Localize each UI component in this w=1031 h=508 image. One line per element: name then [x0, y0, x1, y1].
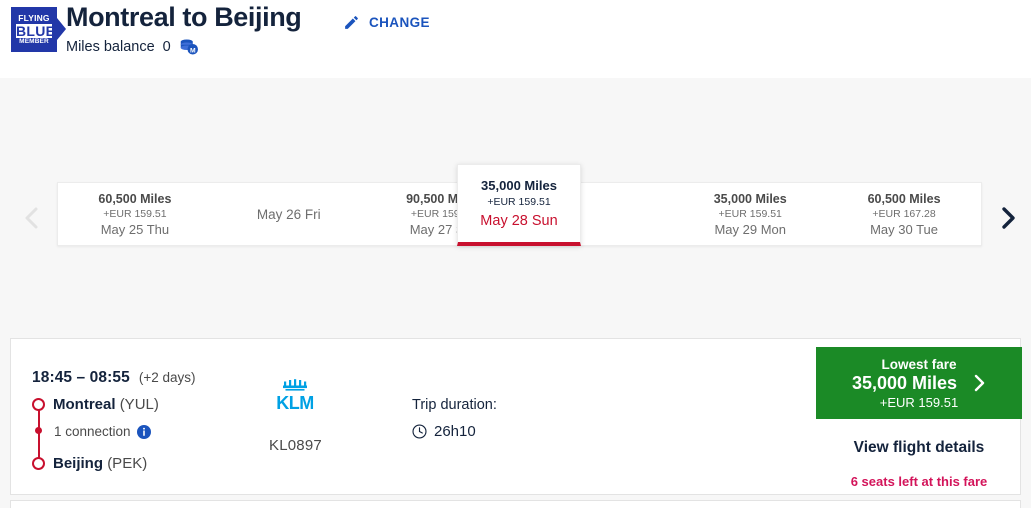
route-origin: Montreal (YUL) [53, 396, 159, 413]
logo-line-2: BLUE [16, 22, 56, 39]
logo-line-1: FLYING [18, 13, 50, 23]
results-header: Connecting flights (14) Price for 1 pass… [0, 300, 1031, 336]
origin-city: Montreal [53, 396, 116, 413]
coin-stack-icon: M [180, 39, 198, 55]
route-destination-dot [32, 457, 45, 470]
day-date: May 28 Sun [480, 213, 558, 229]
change-label: CHANGE [369, 15, 430, 30]
pencil-icon [345, 16, 358, 29]
change-search-button[interactable]: CHANGE [343, 14, 430, 31]
date-carousel: 60,500 Miles +EUR 159.51 May 25 Thu May … [0, 78, 1031, 246]
logo-line-3: MEMBER [19, 37, 49, 45]
flight-times: 18:45 – 08:55 (+2 days) [32, 369, 195, 387]
duration-value-row: 26h10 [412, 423, 497, 440]
select-fare-button[interactable]: Lowest fare 35,000 Miles +EUR 159.51 [816, 347, 1022, 419]
day-miles: 60,500 Miles [867, 191, 941, 206]
miles-balance-label: Miles balance [66, 39, 155, 55]
miles-balance: Miles balance 0 M [66, 38, 199, 56]
flight-duration: Trip duration: 26h10 [412, 397, 497, 440]
destination-code: (PEK) [107, 455, 148, 472]
page-title: Montreal to Beijing [66, 2, 302, 32]
duration-value: 26h10 [434, 423, 476, 440]
fare-miles: 35,000 Miles [851, 372, 958, 393]
flight-result-card[interactable]: 18:45 – 08:55 (+2 days) Montreal (YUL) 1… [10, 338, 1022, 495]
flying-blue-logo: FLYING BLUE MEMBER [11, 7, 57, 52]
flight-airline: KLM KL0897 [269, 379, 389, 454]
svg-text:KLM: KLM [276, 393, 314, 413]
fare-label: Lowest fare [881, 356, 957, 372]
fare-miles-row: 35,000 Miles [852, 373, 986, 394]
origin-code: (YUL) [119, 396, 159, 413]
day-miles: 35,000 Miles [481, 178, 557, 193]
fare-price: +EUR 159.51 [879, 394, 959, 410]
flight-times-value: 18:45 – 08:55 [32, 369, 130, 386]
view-flight-details-link[interactable]: View flight details [816, 439, 1022, 457]
duration-label: Trip duration: [412, 397, 497, 413]
chevron-right-icon [974, 374, 985, 392]
day-price: +EUR 159.51 [487, 196, 551, 208]
route-origin-dot [32, 398, 45, 411]
route-destination: Beijing (PEK) [53, 455, 147, 472]
miles-balance-value: 0 [162, 39, 171, 55]
flight-number: KL0897 [269, 437, 322, 454]
carousel-day-selected[interactable]: 35,000 Miles +EUR 159.51 May 28 Sun [457, 164, 581, 246]
route-line [38, 403, 40, 465]
next-flight-card-edge[interactable] [10, 500, 1021, 508]
connections-label: 1 connection [54, 424, 131, 439]
logo-arrow-shape [57, 18, 66, 40]
info-icon[interactable] [136, 424, 151, 439]
page-header: FLYING BLUE MEMBER Montreal to Beijing C… [0, 0, 1031, 78]
clock-icon [412, 424, 427, 439]
flight-search-page: FLYING BLUE MEMBER Montreal to Beijing C… [0, 0, 1031, 508]
day-miles: 35,000 Miles [713, 191, 787, 206]
seats-left-badge: 6 seats left at this fare [850, 474, 988, 489]
destination-city: Beijing [53, 455, 104, 472]
klm-logo: KLM [276, 379, 314, 413]
route-connection-dot [35, 427, 42, 434]
svg-text:M: M [190, 47, 196, 54]
route-connections[interactable]: 1 connection [54, 424, 151, 439]
flight-day-offset: (+2 days) [138, 370, 196, 385]
day-miles: 60,500 Miles [98, 191, 172, 206]
